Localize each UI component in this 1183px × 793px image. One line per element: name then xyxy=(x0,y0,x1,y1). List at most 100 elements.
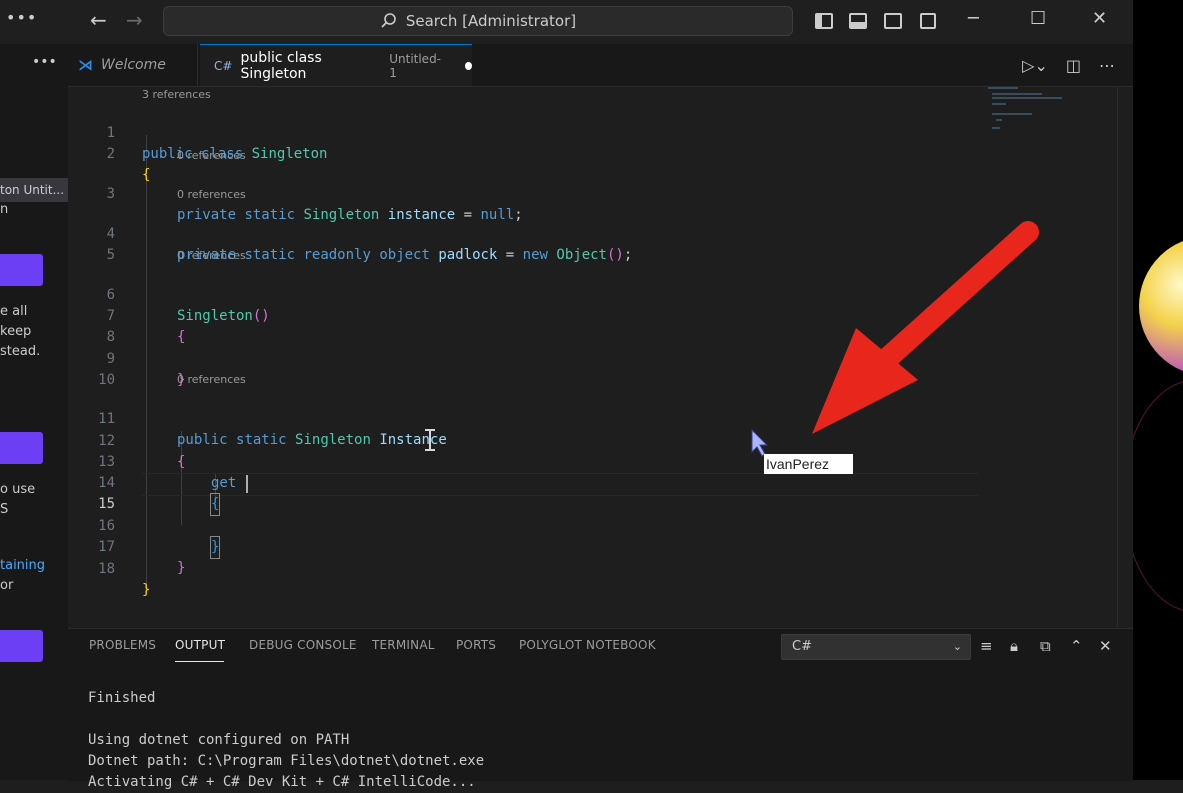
title-bar: ••• ← → Search [Administrator] ─ ☐ ✕ xyxy=(0,0,1133,44)
code-line: 2 { xyxy=(68,123,1118,183)
editor-actions: ▷⌄ ◫ ⋯ xyxy=(1022,56,1115,75)
code-lens[interactable]: 0 references xyxy=(177,187,246,203)
tab-debug-console[interactable]: DEBUG CONSOLE xyxy=(249,638,357,652)
side-text: S xyxy=(0,502,9,517)
code-line: 3 private static Singleton instance = nu… xyxy=(68,163,1118,223)
tab-output[interactable]: OUTPUT xyxy=(175,638,225,652)
code-lens[interactable]: 0 references xyxy=(177,372,246,388)
keyword: object xyxy=(379,247,430,263)
ellipsis-icon[interactable]: ••• xyxy=(6,8,37,27)
keyword: new xyxy=(522,247,548,263)
code-line: 14 { xyxy=(68,452,1118,516)
open-editor-item[interactable]: ton Untit... xyxy=(0,178,68,202)
editor-tab-bar: ⋊ Welcome C# public class Singleton Unti… xyxy=(68,44,1133,87)
tab-problems[interactable]: PROBLEMS xyxy=(89,638,156,652)
cursor-name-label: IvanPerez xyxy=(764,454,853,474)
close-button[interactable]: ✕ xyxy=(1092,8,1107,29)
bottom-panel: PROBLEMS OUTPUT DEBUG CONSOLE TERMINAL P… xyxy=(68,628,1133,790)
side-text: keep xyxy=(0,324,32,339)
side-action-button[interactable] xyxy=(0,254,43,286)
maximize-button[interactable]: ☐ xyxy=(1030,8,1046,29)
arrow-left-icon[interactable]: ← xyxy=(90,10,107,30)
wallpaper-orb xyxy=(1139,236,1183,376)
side-link[interactable]: taining xyxy=(0,556,45,576)
chevron-down-icon: ⌄ xyxy=(952,640,962,653)
tab-terminal[interactable]: TERMINAL xyxy=(372,638,435,652)
side-action-button[interactable] xyxy=(0,630,43,662)
parens: () xyxy=(606,247,624,263)
tab-polyglot-notebook[interactable]: POLYGLOT NOTEBOOK xyxy=(519,638,656,652)
toggle-primary-sidebar-icon[interactable] xyxy=(815,13,833,29)
brace: } xyxy=(177,560,186,576)
output-line: Dotnet path: C:\Program Files\dotnet\dot… xyxy=(88,753,485,769)
more-actions-icon[interactable]: ••• xyxy=(32,54,57,70)
code-line: 7 { xyxy=(68,285,1118,345)
tab-description: Untitled-1 xyxy=(389,51,442,80)
lock-icon[interactable]: 🔒︎ xyxy=(1010,637,1018,655)
toggle-secondary-sidebar-icon[interactable] xyxy=(884,13,902,29)
minimap[interactable] xyxy=(986,87,1114,147)
unsaved-dot-icon[interactable] xyxy=(464,61,472,70)
run-debug-icon[interactable]: ▷⌄ xyxy=(1022,56,1048,75)
keyword: class xyxy=(201,146,244,162)
clear-output-icon[interactable]: ⧉ xyxy=(1040,637,1051,655)
search-icon xyxy=(381,13,396,28)
minimize-button[interactable]: ─ xyxy=(968,8,979,29)
wallpaper-shape xyxy=(1133,380,1183,612)
more-actions-icon[interactable]: ⋯ xyxy=(1099,56,1115,75)
active-tab-indicator xyxy=(175,661,224,662)
side-action-button[interactable] xyxy=(0,432,43,464)
toggle-panel-icon[interactable] xyxy=(849,13,867,29)
tab-ports[interactable]: PORTS xyxy=(456,638,496,652)
tab-welcome[interactable]: ⋊ Welcome xyxy=(68,44,198,86)
desktop-background xyxy=(1133,0,1183,780)
close-panel-icon[interactable]: ✕ xyxy=(1099,637,1112,655)
side-text: stead. xyxy=(0,344,41,359)
code-line: 6 Singleton() xyxy=(68,264,1118,324)
maximize-panel-icon[interactable]: ⌃ xyxy=(1070,637,1083,655)
customize-layout-icon[interactable] xyxy=(920,13,936,29)
csharp-file-icon: C# xyxy=(214,58,233,73)
brace: } xyxy=(142,582,151,598)
code-line: 12 { xyxy=(68,410,1118,470)
code-line: 4 private static readonly object padlock… xyxy=(68,203,1118,263)
word-wrap-icon[interactable]: ≡ xyxy=(980,637,993,655)
arrow-right-icon[interactable]: → xyxy=(126,10,143,30)
code-line: 13 get xyxy=(68,431,1118,491)
output-channel-select[interactable]: C# ⌄ xyxy=(781,634,971,660)
side-text: o use xyxy=(0,482,36,497)
code-line: 5 xyxy=(68,224,1118,263)
code-line: 17 } xyxy=(68,516,1118,576)
keyword: static xyxy=(244,247,296,263)
selected-channel: C# xyxy=(792,639,812,654)
search-text: Search [Administrator] xyxy=(405,12,577,30)
vscode-logo-icon: ⋊ xyxy=(78,56,93,74)
type-name: Singleton xyxy=(251,146,328,162)
identifier: padlock xyxy=(438,247,498,263)
operator: = xyxy=(497,247,523,263)
code-lens[interactable]: 3 references xyxy=(142,87,211,103)
keyword: private xyxy=(177,247,237,263)
tab-label: public class Singleton xyxy=(240,49,322,82)
side-panel: ••• ton Untit... n e all keep stead. o u… xyxy=(0,44,69,780)
code-line: 11 public static Singleton Instance xyxy=(68,388,1118,448)
output-line: Using dotnet configured on PATH xyxy=(88,732,350,748)
split-editor-icon[interactable]: ◫ xyxy=(1066,56,1081,75)
side-text: e all xyxy=(0,304,28,319)
text-caret xyxy=(246,475,248,493)
code-line: 18 } xyxy=(68,538,1118,598)
code-line: 8 xyxy=(68,306,1118,345)
side-text: or xyxy=(0,578,14,593)
keyword: readonly xyxy=(303,247,371,263)
tab-singleton[interactable]: C# public class Singleton Untitled-1 xyxy=(200,44,472,86)
type-name: Object xyxy=(556,247,607,263)
code-line: 10 xyxy=(68,349,1118,388)
output-line: Finished xyxy=(88,690,156,706)
code-editor[interactable]: 3 references 0 references 0 references 0… xyxy=(68,87,1118,627)
punctuation: ; xyxy=(623,247,633,263)
tab-label: Welcome xyxy=(101,57,166,73)
command-center-search[interactable]: Search [Administrator] xyxy=(163,6,793,36)
output-line: Activating C# + C# Dev Kit + C# IntelliC… xyxy=(88,774,476,790)
line-number: 2 xyxy=(106,146,115,162)
line-number: 5 xyxy=(106,247,115,263)
